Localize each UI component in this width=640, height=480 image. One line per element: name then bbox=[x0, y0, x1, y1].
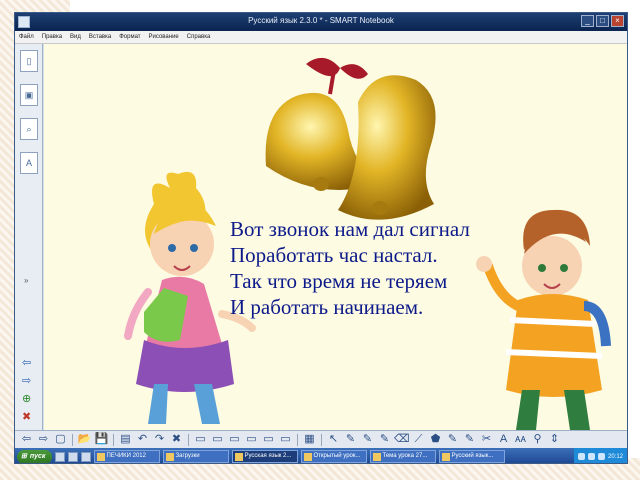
collapse-panel-icon[interactable]: » bbox=[24, 276, 28, 285]
menu-insert[interactable]: Вставка bbox=[89, 31, 111, 43]
toolbar-tool-icon[interactable]: ✎ bbox=[462, 432, 477, 447]
taskbar-item[interactable]: Русский язык... bbox=[438, 450, 505, 463]
language-icon[interactable] bbox=[577, 453, 585, 460]
quick-launch-media-icon[interactable] bbox=[80, 451, 91, 462]
bottom-toolbar: ⇦ ⇨ ▢ 📂 💾 ▤ ↶ ↷ ✖ ▭ ▭ ▭ ▭ ▭ ▭ ▦ ↖ ✎ ✎ ✎ ⌫ ⟋ ⬟ ✎ ✎ ✂ Aᴀᴀ ⚲ ⇕ bbox=[15, 430, 627, 448]
toolbar-tool-icon[interactable]: ▭ bbox=[244, 432, 259, 447]
toolbar-tool-icon[interactable]: ᴀᴀ bbox=[513, 432, 528, 447]
network-icon[interactable] bbox=[597, 453, 605, 460]
toolbar-tool-icon[interactable]: ▭ bbox=[227, 432, 242, 447]
poem-line: Поработать час настал. bbox=[230, 243, 438, 267]
toolbar-tool-icon[interactable]: ▭ bbox=[193, 432, 208, 447]
clock: 20:12 bbox=[607, 453, 623, 460]
document-icon bbox=[372, 453, 381, 461]
toolbar-separator bbox=[321, 433, 322, 446]
toolbar-tool-icon[interactable]: ⟋ bbox=[411, 432, 426, 447]
document-icon bbox=[441, 453, 450, 461]
toolbar-tool-icon[interactable]: ⬟ bbox=[428, 432, 443, 447]
toolbar-tool-icon[interactable]: ▭ bbox=[278, 432, 293, 447]
toolbar-tool-icon[interactable]: ✎ bbox=[445, 432, 460, 447]
side-panel: ▯ ▣ ⌕ A » ⇦ ⇨ ⊕ ✖ bbox=[15, 44, 43, 430]
toolbar-tool-icon[interactable]: ▭ bbox=[210, 432, 225, 447]
quick-launch-browser-icon[interactable] bbox=[67, 451, 78, 462]
toolbar-tool-icon[interactable]: ⚲ bbox=[530, 432, 545, 447]
menu-format[interactable]: Формат bbox=[119, 31, 140, 43]
toolbar-tool-icon[interactable]: ✎ bbox=[360, 432, 375, 447]
document-icon bbox=[303, 453, 312, 461]
taskbar-item[interactable]: Тема урока 27... bbox=[369, 450, 436, 463]
poem-line: Вот звонок нам дал сигнал bbox=[230, 217, 470, 241]
minimize-button[interactable]: _ bbox=[581, 15, 594, 27]
poem-line: И работать начинаем. bbox=[230, 295, 424, 319]
menu-file[interactable]: Файл bbox=[19, 31, 34, 43]
menu-help[interactable]: Справка bbox=[187, 31, 211, 43]
toolbar-tool-icon[interactable]: ⇨ bbox=[36, 432, 51, 447]
notebook-window: Русский язык 2.3.0 * - SMART Notebook _ … bbox=[14, 12, 628, 464]
title-bar: Русский язык 2.3.0 * - SMART Notebook _ … bbox=[15, 13, 627, 31]
quick-launch-desktop-icon[interactable] bbox=[54, 451, 65, 462]
page-sorter-icon[interactable]: ▯ bbox=[20, 50, 38, 72]
add-page-icon[interactable]: ⊕ bbox=[22, 392, 31, 405]
toolbar-tool-icon[interactable]: ⌫ bbox=[394, 432, 410, 447]
taskbar-item[interactable]: ПЕЧИКИ 2012 bbox=[93, 450, 160, 463]
toolbar-tool-icon[interactable]: ⇕ bbox=[547, 432, 562, 447]
properties-icon[interactable]: A bbox=[20, 152, 38, 174]
menu-draw[interactable]: Рисование bbox=[149, 31, 179, 43]
windows-logo-icon: ⊞ bbox=[21, 452, 27, 460]
folder-icon bbox=[165, 453, 174, 461]
gallery-icon[interactable]: ▣ bbox=[20, 84, 38, 106]
toolbar-separator bbox=[113, 433, 114, 446]
toolbar-tool-icon[interactable]: ▦ bbox=[302, 432, 317, 447]
volume-icon[interactable] bbox=[587, 453, 595, 460]
toolbar-tool-icon[interactable]: ✎ bbox=[377, 432, 392, 447]
toolbar-tool-icon[interactable]: ✎ bbox=[343, 432, 358, 447]
windows-taskbar: ⊞ пуск ПЕЧИКИ 2012 Загрузки Русская язык… bbox=[15, 448, 627, 463]
toolbar-tool-icon[interactable]: ⇦ bbox=[19, 432, 34, 447]
start-label: пуск bbox=[29, 452, 46, 460]
attachments-icon[interactable]: ⌕ bbox=[20, 118, 38, 140]
toolbar-tool-icon[interactable]: A bbox=[496, 432, 511, 447]
taskbar-item[interactable]: Открытый урок... bbox=[300, 450, 367, 463]
menu-bar: Файл Правка Вид Вставка Формат Рисование… bbox=[15, 31, 627, 44]
window-title: Русский язык 2.3.0 * - SMART Notebook bbox=[248, 16, 394, 25]
toolbar-tool-icon[interactable]: ▢ bbox=[53, 432, 68, 447]
toolbar-tool-icon[interactable]: 💾 bbox=[94, 432, 109, 447]
menu-view[interactable]: Вид bbox=[70, 31, 81, 43]
toolbar-tool-icon[interactable]: ↖ bbox=[326, 432, 341, 447]
toolbar-tool-icon[interactable]: ✂ bbox=[479, 432, 494, 447]
toolbar-tool-icon[interactable]: 📂 bbox=[77, 432, 92, 447]
delete-page-icon[interactable]: ✖ bbox=[22, 410, 31, 423]
toolbar-separator bbox=[188, 433, 189, 446]
poem-text: Вот звонок нам дал сигнал Поработать час… bbox=[230, 216, 470, 320]
taskbar-item[interactable]: Русская язык 2... bbox=[231, 450, 298, 463]
toolbar-tool-icon[interactable]: ↶ bbox=[135, 432, 150, 447]
poem-line: Так что время не теряем bbox=[230, 269, 448, 293]
taskbar-item[interactable]: Загрузки bbox=[162, 450, 229, 463]
toolbar-separator bbox=[72, 433, 73, 446]
menu-edit[interactable]: Правка bbox=[42, 31, 62, 43]
next-page-icon[interactable]: ⇨ bbox=[22, 374, 31, 387]
toolbar-tool-icon[interactable]: ✖ bbox=[169, 432, 184, 447]
toolbar-tool-icon[interactable]: ▭ bbox=[261, 432, 276, 447]
maximize-button[interactable]: □ bbox=[596, 15, 609, 27]
folder-icon bbox=[96, 453, 105, 461]
notebook-icon bbox=[234, 453, 243, 461]
previous-page-icon[interactable]: ⇦ bbox=[22, 356, 31, 369]
close-button[interactable]: × bbox=[611, 15, 624, 27]
system-tray: 20:12 bbox=[573, 448, 627, 463]
toolbar-separator bbox=[297, 433, 298, 446]
toolbar-tool-icon[interactable]: ↷ bbox=[152, 432, 167, 447]
start-button[interactable]: ⊞ пуск bbox=[17, 449, 52, 463]
slide-canvas[interactable]: Вот звонок нам дал сигнал Поработать час… bbox=[44, 44, 627, 430]
toolbar-tool-icon[interactable]: ▤ bbox=[118, 432, 133, 447]
